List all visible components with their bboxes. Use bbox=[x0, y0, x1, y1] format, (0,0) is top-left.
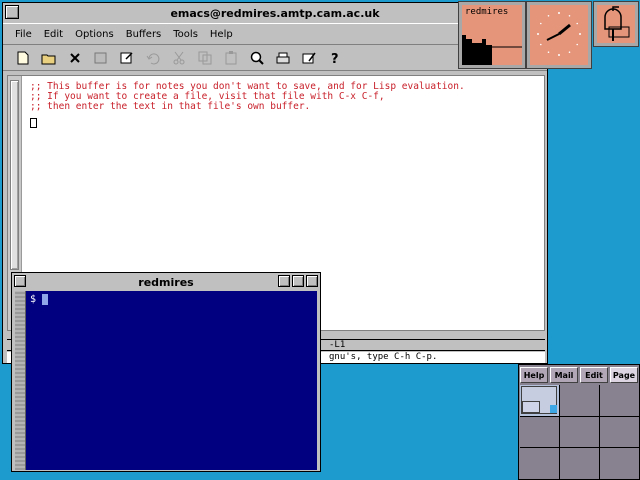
clock-icon bbox=[537, 12, 581, 56]
terminal-cursor bbox=[42, 294, 49, 305]
pager-desk[interactable] bbox=[560, 448, 599, 479]
pager-tab-mail[interactable]: Mail bbox=[550, 367, 578, 383]
paste-icon[interactable] bbox=[221, 48, 241, 68]
menu-buffers[interactable]: Buffers bbox=[124, 28, 164, 41]
print-icon[interactable] bbox=[273, 48, 293, 68]
window-menu-button[interactable] bbox=[14, 275, 26, 287]
menu-edit[interactable]: Edit bbox=[42, 28, 65, 41]
desktop-pager: Help Mail Edit Page bbox=[518, 364, 640, 480]
xterm-window[interactable]: redmires $ bbox=[11, 272, 321, 472]
xterm-title: redmires bbox=[138, 275, 194, 289]
text-cursor bbox=[30, 118, 37, 128]
xterm-titlebar[interactable]: redmires bbox=[12, 273, 320, 291]
xterm-scrollbar[interactable] bbox=[15, 291, 26, 470]
pager-desk[interactable] bbox=[600, 385, 639, 416]
pager-mini-window[interactable] bbox=[522, 401, 540, 413]
minimize-button[interactable] bbox=[278, 275, 290, 287]
cut-icon[interactable] bbox=[169, 48, 189, 68]
preferences-icon[interactable] bbox=[299, 48, 319, 68]
pager-desk[interactable] bbox=[600, 448, 639, 479]
iconify-button[interactable] bbox=[292, 275, 304, 287]
pager-desk[interactable] bbox=[520, 448, 559, 479]
close-icon[interactable] bbox=[65, 48, 85, 68]
xclock-widget bbox=[527, 2, 591, 68]
search-icon[interactable] bbox=[247, 48, 267, 68]
xbiff-widget bbox=[594, 2, 638, 46]
pager-desk[interactable] bbox=[600, 416, 639, 448]
copy-icon[interactable] bbox=[195, 48, 215, 68]
window-menu-button[interactable] bbox=[5, 5, 19, 19]
buffer-line: ;; then enter the text in that file's ow… bbox=[30, 101, 311, 112]
xload-widget: redmires bbox=[459, 2, 525, 68]
menu-options[interactable]: Options bbox=[73, 28, 116, 41]
pager-desk[interactable] bbox=[520, 385, 559, 416]
pager-desk[interactable] bbox=[520, 416, 559, 448]
mailbox-icon bbox=[604, 6, 630, 41]
menu-file[interactable]: File bbox=[13, 28, 34, 41]
scrollbar-thumb[interactable] bbox=[10, 80, 19, 270]
pager-tabs: Help Mail Edit Page bbox=[519, 365, 639, 385]
load-graph-icon bbox=[462, 35, 522, 65]
undo-icon[interactable] bbox=[143, 48, 163, 68]
pager-desk[interactable] bbox=[560, 385, 599, 416]
shell-prompt: $ bbox=[30, 294, 37, 305]
xterm-terminal[interactable]: $ bbox=[15, 291, 317, 470]
save-as-icon[interactable] bbox=[117, 48, 137, 68]
pager-grid bbox=[520, 385, 639, 479]
new-file-icon[interactable] bbox=[13, 48, 33, 68]
menu-help[interactable]: Help bbox=[208, 28, 235, 41]
menu-tools[interactable]: Tools bbox=[171, 28, 200, 41]
maximize-button[interactable] bbox=[306, 275, 318, 287]
save-icon[interactable] bbox=[91, 48, 111, 68]
pager-tab-help[interactable]: Help bbox=[520, 367, 548, 383]
open-folder-icon[interactable] bbox=[39, 48, 59, 68]
pager-tab-edit[interactable]: Edit bbox=[580, 367, 608, 383]
pager-mini-window[interactable] bbox=[550, 405, 557, 413]
pager-desk[interactable] bbox=[560, 416, 599, 448]
pager-tab-page[interactable]: Page bbox=[610, 367, 638, 383]
help-icon[interactable]: ? bbox=[325, 48, 345, 68]
svg-text:?: ? bbox=[331, 52, 339, 66]
